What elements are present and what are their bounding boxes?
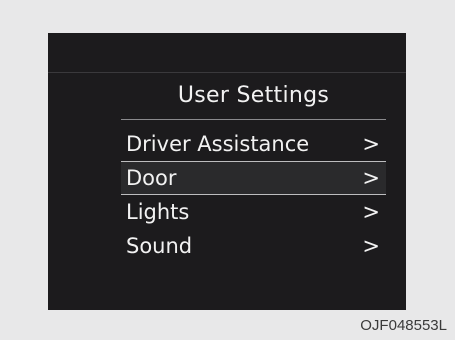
menu-item-lights[interactable]: Lights > [121, 195, 386, 229]
menu-item-sound[interactable]: Sound > [121, 229, 386, 263]
menu-item-label: Door [126, 166, 177, 190]
top-divider [48, 72, 406, 73]
chevron-right-icon: > [362, 132, 380, 156]
menu-item-door[interactable]: Door > [121, 161, 386, 195]
menu-item-label: Sound [126, 234, 193, 258]
title-divider [121, 119, 386, 120]
chevron-right-icon: > [362, 234, 380, 258]
menu-item-driver-assistance[interactable]: Driver Assistance > [121, 127, 386, 161]
menu-item-label: Driver Assistance [126, 132, 310, 156]
menu-title: User Settings [177, 83, 330, 108]
chevron-right-icon: > [362, 200, 380, 224]
figure-code: OJF048553L [360, 317, 447, 334]
settings-menu: Driver Assistance > Door > Lights > Soun… [121, 127, 386, 263]
display-screen: User Settings Driver Assistance > Door >… [48, 33, 406, 310]
chevron-right-icon: > [362, 166, 380, 190]
menu-item-label: Lights [126, 200, 190, 224]
